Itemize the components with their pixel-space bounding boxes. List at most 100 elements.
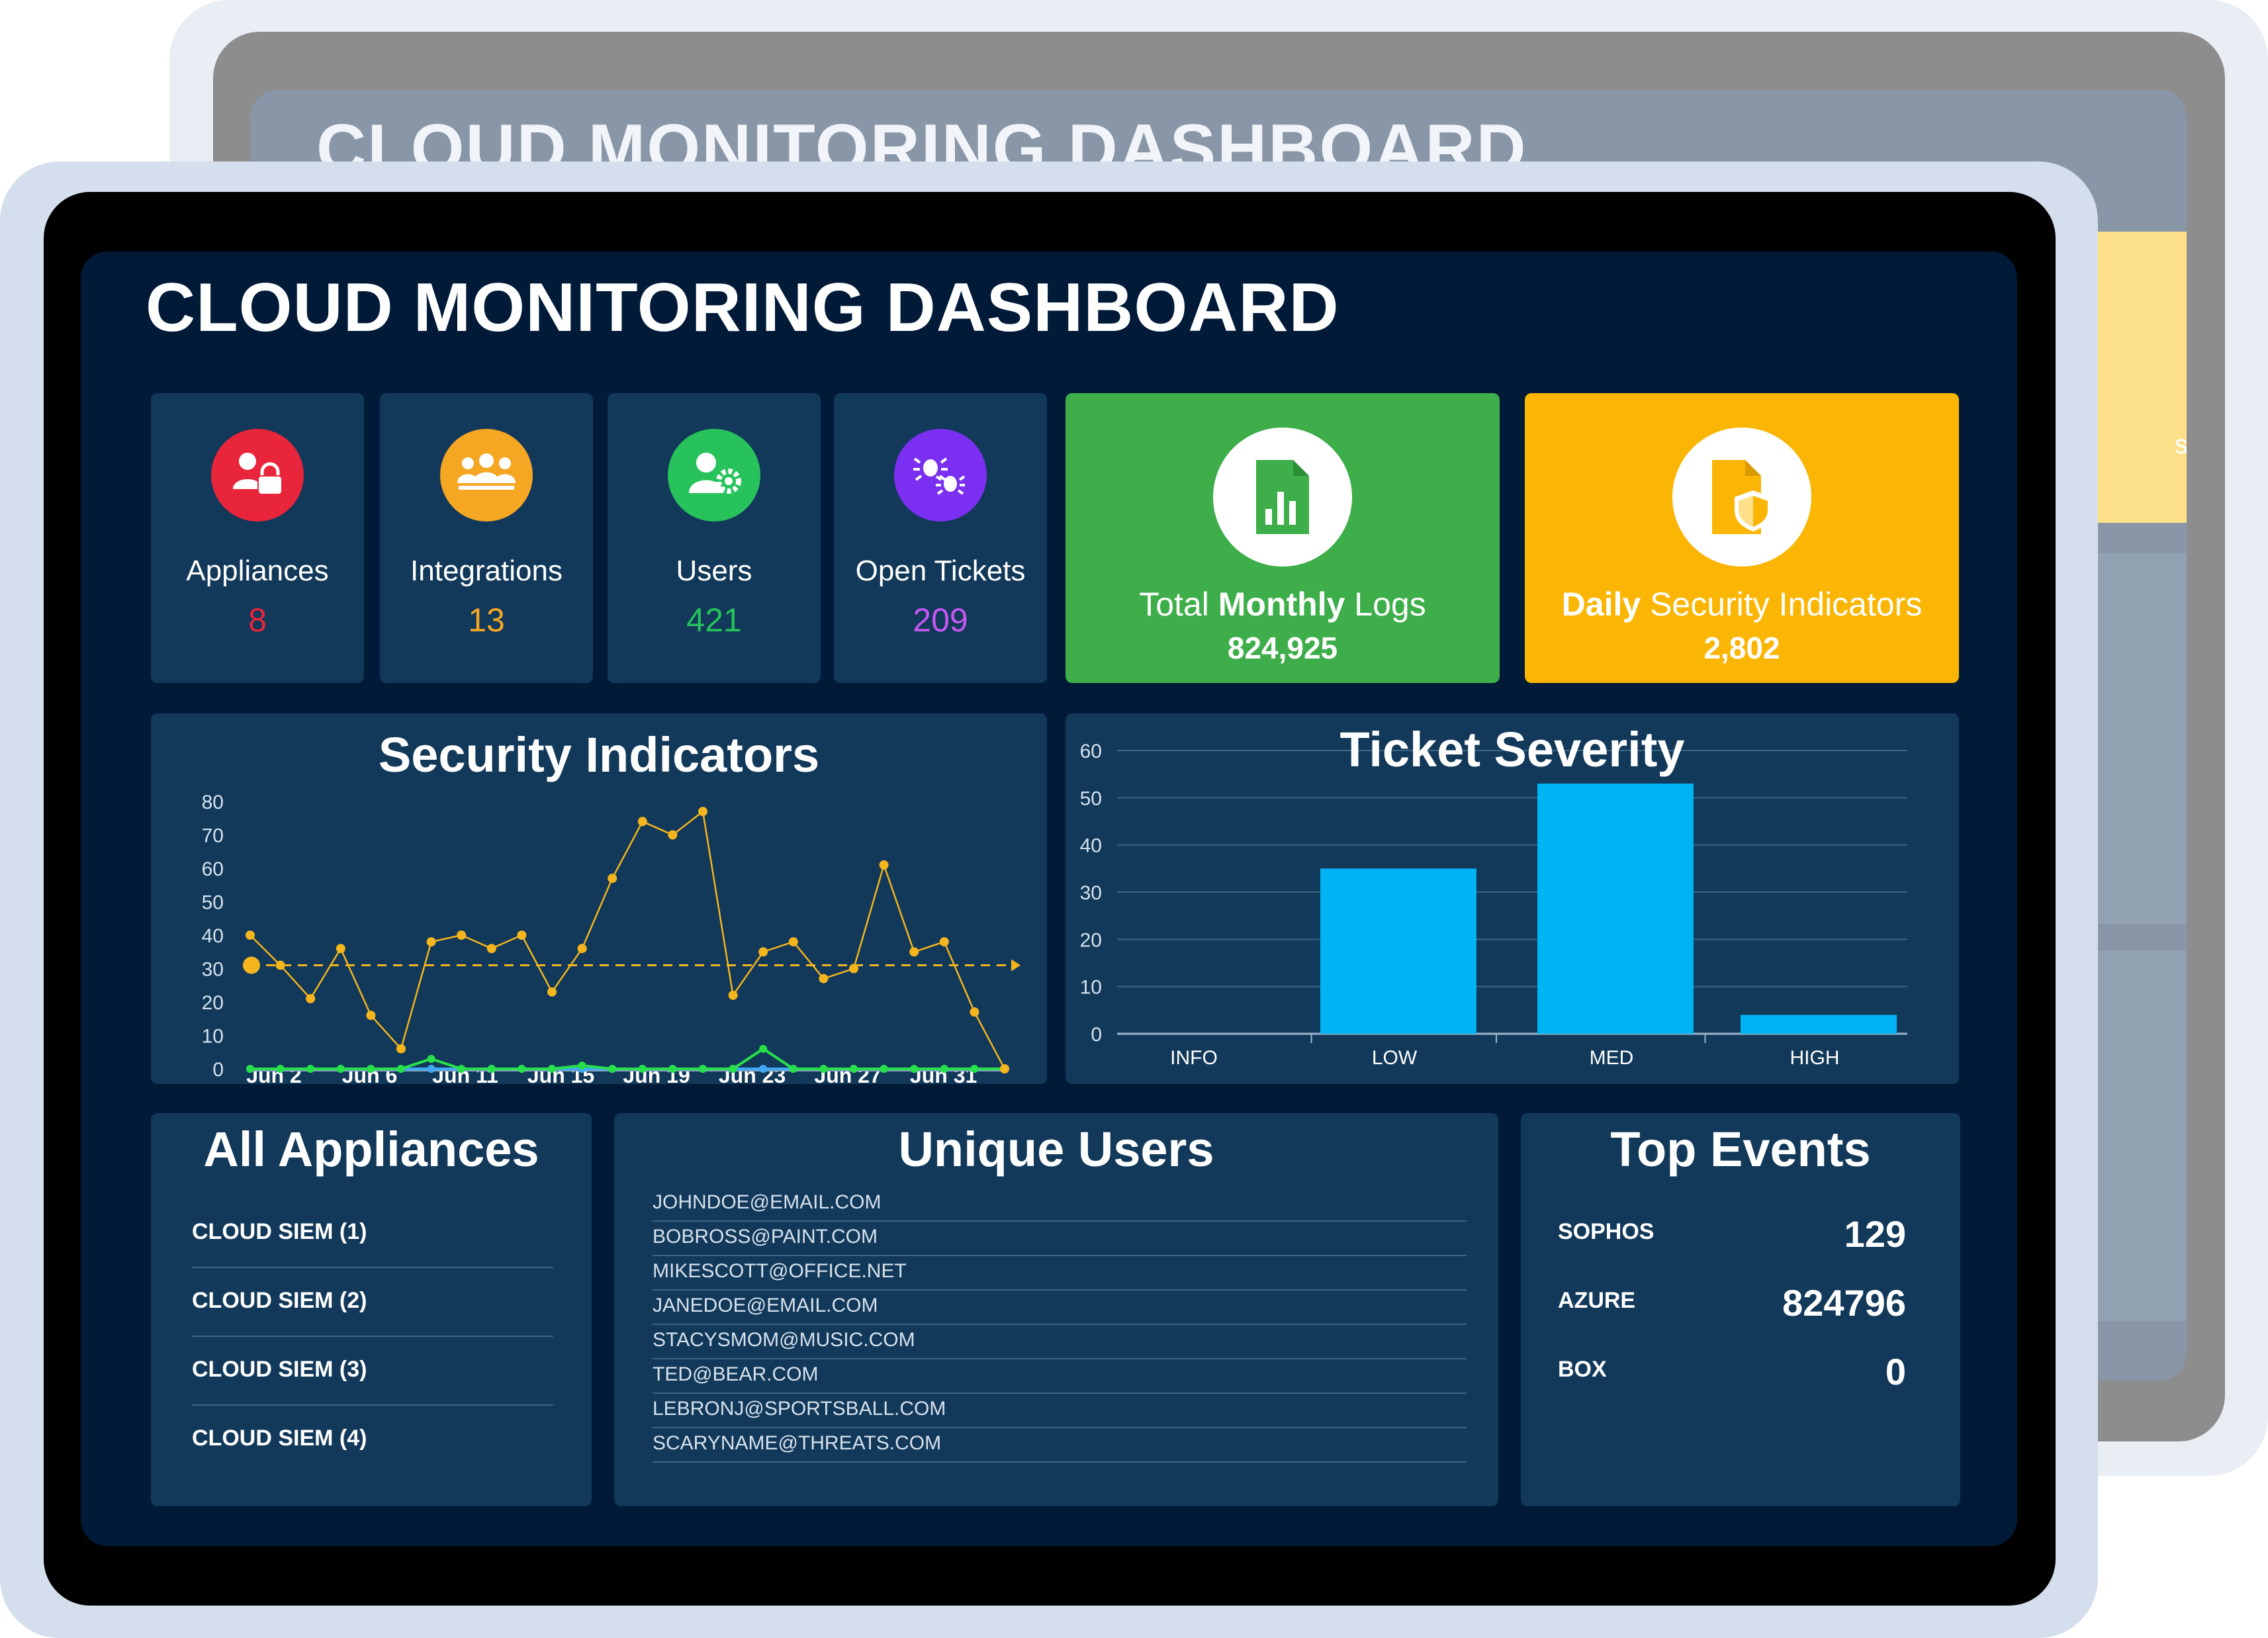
data-point xyxy=(487,1065,496,1073)
y-tick-label: 10 xyxy=(202,1026,224,1048)
data-point xyxy=(699,1065,707,1073)
data-point xyxy=(548,1065,556,1073)
stat-card-users[interactable]: Users 421 xyxy=(608,393,821,683)
divider xyxy=(192,1404,553,1406)
stat-card-integrations[interactable]: Integrations 13 xyxy=(380,393,593,683)
stat-value: 13 xyxy=(468,602,505,639)
data-point xyxy=(486,944,496,954)
y-tick-label: 40 xyxy=(202,925,224,947)
document-shield-icon xyxy=(1672,428,1811,567)
stat-card-appliances[interactable]: Appliances 8 xyxy=(151,393,364,683)
user-row[interactable]: MIKESCOTT@OFFICE.NET xyxy=(653,1255,1467,1291)
user-row[interactable]: TED@BEAR.COM xyxy=(653,1358,1467,1394)
event-name: AZURE xyxy=(1558,1288,1636,1313)
event-value: 129 xyxy=(1844,1213,1906,1255)
data-point xyxy=(668,1065,677,1073)
stat-label: Integrations xyxy=(410,555,563,587)
appliance-lock-icon xyxy=(211,429,304,522)
data-point xyxy=(939,937,949,947)
x-tick-label: LOW xyxy=(1372,1047,1418,1069)
y-tick-label: 70 xyxy=(202,825,224,847)
user-row[interactable]: BOBROSS@PAINT.COM xyxy=(653,1220,1467,1256)
data-point xyxy=(758,947,768,957)
data-point xyxy=(759,1044,768,1053)
stat-label: Open Tickets xyxy=(855,555,1026,587)
event-value: 0 xyxy=(1885,1351,1906,1392)
data-point xyxy=(518,1065,526,1073)
data-point xyxy=(637,817,647,827)
data-point xyxy=(367,1065,375,1073)
data-point xyxy=(940,1065,948,1073)
y-tick-label: 0 xyxy=(1091,1024,1102,1046)
user-row[interactable]: JANEDOE@EMAIL.COM xyxy=(653,1289,1467,1325)
ticket-severity-title: Ticket Severity xyxy=(1339,722,1685,777)
monthly-logs-value: 824,925 xyxy=(1227,631,1338,665)
data-point xyxy=(457,931,467,940)
security-indicators-chart: 01020304050607080Jun 2 Jun 6 Jun 11 Jun 15 J… xyxy=(202,792,1021,1084)
data-point xyxy=(366,1011,376,1021)
stat-card-open-tickets[interactable]: Open Tickets 209 xyxy=(834,393,1047,683)
stat-value: 421 xyxy=(686,602,742,639)
event-value: 824796 xyxy=(1782,1282,1906,1324)
user-row[interactable]: SCARYNAME@THREATS.COM xyxy=(653,1427,1467,1463)
y-tick-label: 10 xyxy=(1080,977,1102,999)
x-tick-label: MED xyxy=(1590,1047,1634,1069)
data-point xyxy=(336,944,345,954)
data-point xyxy=(426,937,436,947)
data-point xyxy=(276,1065,285,1073)
data-point xyxy=(789,1065,797,1073)
appliance-item[interactable]: CLOUD SIEM (3) xyxy=(192,1357,367,1383)
security-indicators-panel: Security Indicators 0 10 20 30 40 50 60 70 80 Jun… xyxy=(151,713,1047,1084)
x-tick-label: Jun 23 xyxy=(719,1064,786,1084)
appliance-item[interactable]: CLOUD SIEM (2) xyxy=(192,1288,367,1314)
y-tick-label: 0 xyxy=(212,1059,224,1081)
data-point xyxy=(879,860,889,870)
data-point xyxy=(427,1065,435,1073)
data-point xyxy=(910,1065,919,1073)
x-tick-label: HIGH xyxy=(1790,1047,1840,1069)
data-point xyxy=(336,1065,345,1073)
data-point xyxy=(850,1065,858,1073)
user-row[interactable]: STACYSMOM@MUSIC.COM xyxy=(653,1324,1467,1359)
data-point xyxy=(638,1065,647,1073)
team-icon xyxy=(440,429,533,522)
unique-users-panel: Unique Users JOHNDOE@EMAIL.COM BOBROSS@P… xyxy=(614,1113,1498,1506)
page-title: CLOUD MONITORING DASHBOARD xyxy=(146,269,1339,346)
y-tick-label: 50 xyxy=(1080,788,1102,809)
bar xyxy=(1741,1015,1897,1034)
daily-indicators-card[interactable]: Daily Security Indicators 2,802 xyxy=(1525,393,1959,683)
data-point xyxy=(970,1065,979,1073)
all-appliances-panel: All Appliances CLOUD SIEM (1) CLOUD SIEM… xyxy=(151,1113,592,1506)
user-row[interactable]: LEBRONJ@SPORTSBALL.COM xyxy=(653,1392,1467,1428)
data-point xyxy=(668,830,678,840)
data-point xyxy=(246,1065,254,1073)
data-point xyxy=(698,807,707,817)
data-point xyxy=(275,960,285,970)
appliance-item[interactable]: CLOUD SIEM (1) xyxy=(192,1219,367,1245)
ticket-severity-panel: 0 10 20 30 40 50 60 INFO LOW MED HIGH Ticket Sever… xyxy=(1066,713,1959,1084)
user-row[interactable]: JOHNDOE@EMAIL.COM xyxy=(653,1186,1467,1222)
data-point xyxy=(728,990,738,1000)
daily-indicators-label: Daily Security Indicators xyxy=(1561,586,1923,623)
appliance-item[interactable]: CLOUD SIEM (4) xyxy=(192,1426,367,1451)
data-point xyxy=(880,1065,888,1073)
data-point xyxy=(517,931,527,940)
top-events-panel: Top Events SOPHOS 129 AZURE 824796 BOX 0 xyxy=(1521,1113,1960,1506)
y-tick-label: 60 xyxy=(202,858,224,880)
bug-icon xyxy=(894,429,987,522)
data-point xyxy=(457,1065,466,1073)
data-point xyxy=(396,1044,406,1054)
data-point xyxy=(608,874,617,884)
monthly-logs-card[interactable]: Total Monthly Logs 824,925 xyxy=(1066,393,1500,683)
top-events-title: Top Events xyxy=(1610,1122,1871,1177)
stat-value: 8 xyxy=(248,602,267,639)
bar xyxy=(1537,783,1694,1034)
monthly-logs-label: Total Monthly Logs xyxy=(1139,586,1426,623)
data-point xyxy=(970,1007,979,1017)
data-point xyxy=(909,947,919,957)
event-name: BOX xyxy=(1558,1357,1607,1382)
stat-value: 209 xyxy=(913,602,968,639)
divider xyxy=(192,1267,553,1268)
all-appliances-title: All Appliances xyxy=(203,1122,539,1177)
data-point xyxy=(1000,1064,1009,1073)
